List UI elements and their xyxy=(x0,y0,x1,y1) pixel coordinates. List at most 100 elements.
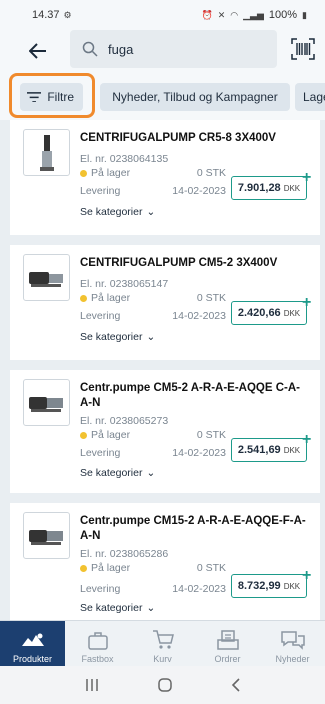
chevron-down-icon: ⌄ xyxy=(146,206,156,218)
add-to-cart-price-button[interactable]: 2.541,69 DKK xyxy=(231,438,307,462)
price-value: 8.732,99 xyxy=(237,580,281,592)
status-time: 14.37 xyxy=(32,9,60,21)
add-to-cart-price-button[interactable]: 7.901,28 DKK xyxy=(231,176,307,200)
system-navigation-bar xyxy=(0,666,325,704)
stock-label: På lager xyxy=(91,429,131,441)
product-card[interactable]: CENTRIFUGALPUMP CM5-2 3X400V El. nr. 023… xyxy=(10,245,320,360)
stock-label: På lager xyxy=(91,562,131,574)
orders-icon xyxy=(216,630,239,650)
nav-news-label: Nyheder xyxy=(275,654,310,664)
delivery-label: Levering xyxy=(80,583,121,595)
barcode-scan-button[interactable] xyxy=(290,36,316,62)
plus-icon[interactable]: + xyxy=(302,295,311,311)
delivery-date: 14-02-2023 xyxy=(172,185,226,197)
nav-products-label: Produkter xyxy=(12,654,53,664)
product-image xyxy=(23,254,70,301)
product-name[interactable]: CENTRIFUGALPUMP CM5-2 3X400V xyxy=(80,256,308,271)
plus-icon[interactable]: + xyxy=(302,568,311,584)
horizontal-pump-icon xyxy=(28,396,63,412)
cart-icon xyxy=(152,630,174,649)
stock-label: På lager xyxy=(91,167,131,179)
stock-qty: 0 STK xyxy=(196,562,226,574)
home-icon[interactable] xyxy=(157,677,173,693)
product-card[interactable]: Centr.pumpe CM15-2 A-R-A-E-AQQE-F-A-A-N … xyxy=(10,503,320,620)
price-currency: DKK xyxy=(283,308,301,318)
news-icon xyxy=(280,631,305,650)
see-categories-label: Se kategorier xyxy=(80,602,143,614)
price-value: 7.901,28 xyxy=(237,182,281,194)
nav-products[interactable]: Produkter xyxy=(0,621,65,667)
delivery-info: Levering 14-02-2023 xyxy=(80,447,230,459)
nav-orders-label: Ordrer xyxy=(214,654,241,664)
see-categories-link[interactable]: Se kategorier ⌄ xyxy=(80,467,155,479)
price-currency: DKK xyxy=(283,445,301,455)
plus-icon[interactable]: + xyxy=(302,170,311,186)
product-image xyxy=(23,379,70,426)
add-to-cart-price-button[interactable]: 8.732,99 DKK xyxy=(231,574,307,598)
search-header xyxy=(0,30,325,72)
chevron-down-icon: ⌄ xyxy=(146,602,156,614)
alarm-icon: ⏰ xyxy=(201,9,213,20)
plus-icon[interactable]: + xyxy=(302,432,311,448)
chevron-down-icon: ⌄ xyxy=(146,467,156,479)
filter-highlight-ring xyxy=(9,73,95,118)
nav-fastbox-label: Fastbox xyxy=(81,654,114,664)
bottom-navigation: Produkter Fastbox Kurv Ordrer Nyheder xyxy=(0,620,325,667)
search-field[interactable] xyxy=(70,30,277,68)
see-categories-link[interactable]: Se kategorier ⌄ xyxy=(80,331,155,343)
product-name[interactable]: Centr.pumpe CM15-2 A-R-A-E-AQQE-F-A-A-N xyxy=(80,514,308,544)
nav-cart[interactable]: Kurv xyxy=(130,621,195,667)
stock-status: På lager 0 STK xyxy=(80,167,230,179)
product-card[interactable]: CENTRIFUGALPUMP CR5-8 3X400V El. nr. 023… xyxy=(10,120,320,235)
stock-dot-icon xyxy=(80,294,87,302)
stock-dot-icon xyxy=(80,169,87,177)
product-list: CENTRIFUGALPUMP CR5-8 3X400V El. nr. 023… xyxy=(0,120,325,620)
delivery-info: Levering 14-02-2023 xyxy=(80,310,230,322)
stock-status: På lager 0 STK xyxy=(80,429,230,441)
stock-qty: 0 STK xyxy=(196,167,226,179)
product-name[interactable]: Centr.pumpe CM5-2 A-R-A-E-AQQE C-A-A-N xyxy=(80,381,308,411)
vertical-pump-icon xyxy=(39,134,54,171)
search-icon xyxy=(82,41,98,57)
price-currency: DKK xyxy=(283,183,301,193)
see-categories-link[interactable]: Se kategorier ⌄ xyxy=(80,602,155,614)
product-card[interactable]: Centr.pumpe CM5-2 A-R-A-E-AQQE C-A-A-N E… xyxy=(10,370,320,493)
product-image xyxy=(23,512,70,559)
search-input[interactable] xyxy=(108,41,258,57)
add-to-cart-price-button[interactable]: 2.420,66 DKK xyxy=(231,301,307,325)
delivery-info: Levering 14-02-2023 xyxy=(80,185,230,197)
wifi-icon: ◠ xyxy=(230,9,239,20)
recent-apps-icon[interactable] xyxy=(84,678,100,692)
stock-dot-icon xyxy=(80,564,87,572)
battery-level: 100% xyxy=(268,9,298,21)
product-name[interactable]: CENTRIFUGALPUMP CR5-8 3X400V xyxy=(80,131,308,146)
product-el-number: El. nr. 0238065273 xyxy=(80,415,169,427)
nav-fastbox[interactable]: Fastbox xyxy=(65,621,130,667)
nav-news[interactable]: Nyheder xyxy=(260,621,325,667)
products-icon xyxy=(21,633,44,646)
product-el-number: El. nr. 0238064135 xyxy=(80,153,169,165)
chip-stock[interactable]: Lage xyxy=(295,83,325,111)
system-back-icon[interactable] xyxy=(230,677,242,693)
stock-qty: 0 STK xyxy=(196,429,226,441)
see-categories-label: Se kategorier xyxy=(80,467,143,479)
chevron-down-icon: ⌄ xyxy=(146,331,156,343)
chip-news-offers-label: Nyheder, Tilbud og Kampagner xyxy=(112,90,278,104)
see-categories-link[interactable]: Se kategorier ⌄ xyxy=(80,206,155,218)
nav-orders[interactable]: Ordrer xyxy=(195,621,260,667)
delivery-label: Levering xyxy=(80,310,121,322)
price-value: 2.541,69 xyxy=(237,444,281,456)
mute-icon: ✕ xyxy=(217,9,226,20)
signal-icon: ▁▃▅ xyxy=(243,9,264,20)
stock-status: På lager 0 STK xyxy=(80,292,230,304)
barcode-icon xyxy=(291,38,315,60)
see-categories-label: Se kategorier xyxy=(80,206,143,218)
chip-news-offers[interactable]: Nyheder, Tilbud og Kampagner xyxy=(100,83,290,111)
stock-status: På lager 0 STK xyxy=(80,562,230,574)
delivery-date: 14-02-2023 xyxy=(172,583,226,595)
notification-icon: ⚙ xyxy=(63,9,72,20)
chip-stock-label: Lage xyxy=(303,90,325,104)
delivery-label: Levering xyxy=(80,185,121,197)
back-button[interactable] xyxy=(18,31,58,71)
filter-bar: Filtre Nyheder, Tilbud og Kampagner Lage xyxy=(0,72,325,120)
